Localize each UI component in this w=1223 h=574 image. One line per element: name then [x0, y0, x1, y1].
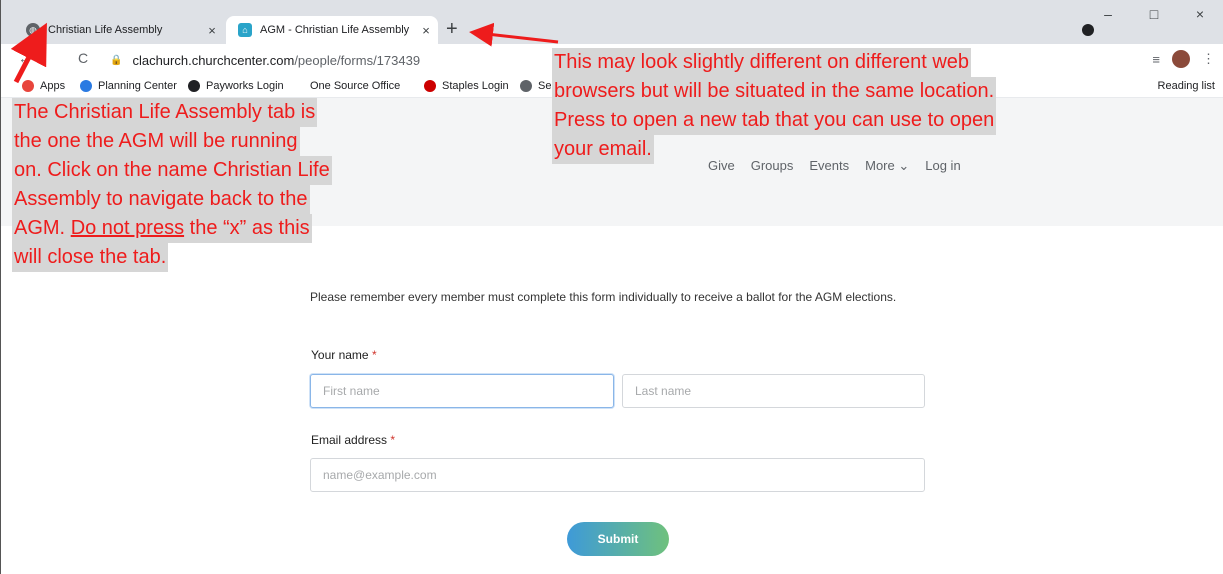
profile-indicator-icon[interactable] [1082, 24, 1094, 36]
bookmark-payworks[interactable]: Payworks Login [188, 80, 284, 92]
email-label: Email address * [311, 433, 395, 447]
annotation-right: This may look slightly different on diff… [552, 48, 1212, 164]
annotation-line: the one the AGM will be running [12, 127, 300, 156]
annotation-line: browsers but will be situated in the sam… [552, 77, 997, 106]
annotation-line: AGM. Do not press the “x” as this [12, 214, 312, 243]
tab-close-icon[interactable]: × [414, 23, 438, 38]
tab-christian-life-assembly[interactable]: ◍ Christian Life Assembly × [14, 16, 224, 44]
annotation-warning: Do not press [70, 217, 185, 239]
maximize-button[interactable]: □ [1131, 6, 1177, 22]
tab-label: Christian Life Assembly [48, 24, 163, 36]
bookmark-se[interactable]: Se [520, 80, 551, 92]
payworks-icon [188, 80, 200, 92]
tab-agm[interactable]: ⌂ AGM - Christian Life Assembly × [226, 16, 438, 44]
bookmark-label: Planning Center [98, 80, 177, 92]
annotation-text: AGM. [14, 217, 66, 239]
tab-close-icon[interactable]: × [200, 23, 224, 38]
last-name-input[interactable]: Last name [622, 374, 925, 408]
bookmark-label: Staples Login [442, 80, 509, 92]
url-path: /people/forms/173439 [294, 52, 421, 68]
annotation-line: This may look slightly different on diff… [552, 48, 972, 77]
annotation-line: Press to open a new tab that you can use… [552, 106, 997, 135]
email-label-text: Email address [311, 433, 388, 447]
annotation-line: on. Click on the name Christian Life [12, 156, 332, 185]
form-intro: Please remember every member must comple… [310, 290, 897, 304]
required-mark: * [390, 433, 396, 447]
submit-button[interactable]: Submit [567, 522, 669, 556]
annotation-line: The Christian Life Assembly tab is [12, 98, 318, 127]
bookmark-label: Apps [40, 80, 66, 92]
planning-center-icon [80, 80, 92, 92]
url-host: clachurch.churchcenter.com [132, 52, 295, 68]
name-label-text: Your name [311, 348, 369, 362]
bookmark-label: Payworks Login [206, 80, 284, 92]
bookmark-label: Se [538, 80, 552, 92]
annotation-left: The Christian Life Assembly tab is the o… [12, 98, 432, 272]
window-controls: – □ × [1085, 6, 1223, 22]
tab-strip: ◍ Christian Life Assembly × ⌂ AGM - Chri… [0, 0, 1223, 44]
required-mark: * [371, 348, 377, 362]
bookmark-staples[interactable]: Staples Login [424, 80, 509, 92]
bookmark-apps[interactable]: Apps [22, 80, 65, 92]
staples-icon [424, 80, 436, 92]
name-label: Your name * [311, 348, 377, 362]
bookmark-one-source[interactable]: One Source Office [310, 80, 400, 92]
annotation-line: your email. [552, 135, 654, 164]
annotation-line: will close the tab. [12, 243, 169, 272]
email-input[interactable]: name@example.com [310, 458, 925, 492]
apps-icon [22, 80, 34, 92]
bookmark-planning-center[interactable]: Planning Center [80, 80, 177, 92]
lock-icon: 🔒 [110, 54, 123, 66]
close-window-button[interactable]: × [1177, 6, 1223, 22]
annotation-text: the “x” as this [189, 217, 310, 239]
new-tab-button[interactable]: + [446, 18, 458, 40]
globe-icon: ◍ [26, 23, 40, 37]
bookmark-label: One Source Office [310, 80, 401, 92]
minimize-button[interactable]: – [1085, 6, 1131, 22]
annotation-line: Assembly to navigate back to the [12, 185, 310, 214]
globe-icon [520, 80, 532, 92]
reload-button[interactable]: C [78, 50, 88, 66]
back-button[interactable]: ← [18, 50, 32, 66]
church-center-icon: ⌂ [238, 23, 252, 37]
first-name-input[interactable]: First name [310, 374, 614, 408]
tab-label: AGM - Christian Life Assembly [260, 24, 410, 36]
